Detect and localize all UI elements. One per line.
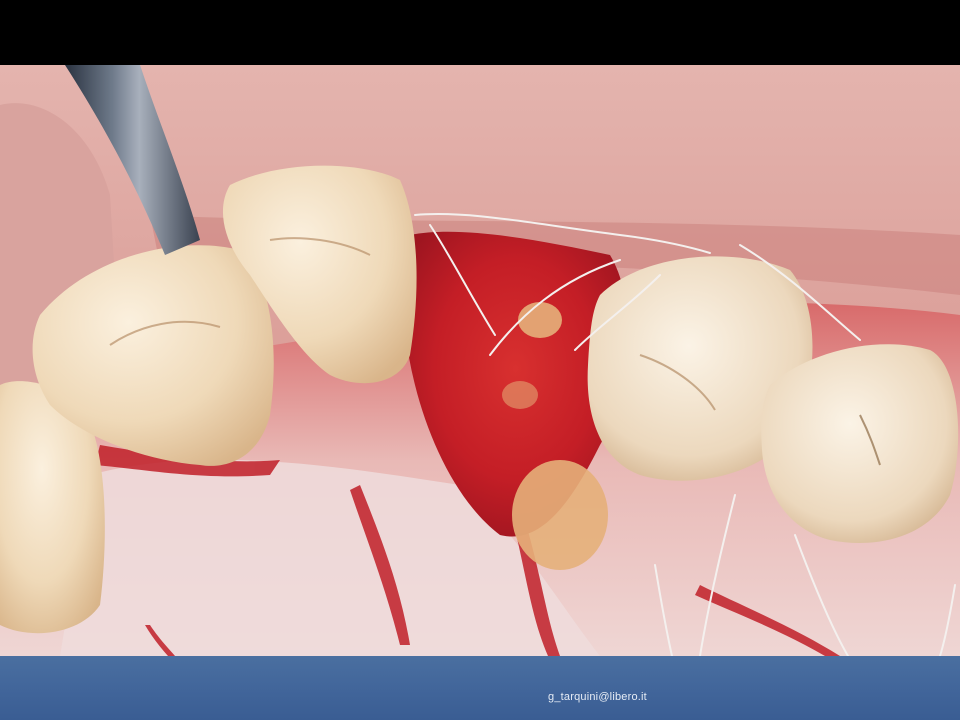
presentation-slide: g_tarquini@libero.it [0, 0, 960, 720]
footer-band [0, 656, 960, 720]
author-credit: g_tarquini@libero.it [548, 691, 647, 703]
clinical-photo [0, 65, 960, 656]
tooth-molar-2 [761, 344, 959, 543]
top-black-bar [0, 0, 960, 65]
